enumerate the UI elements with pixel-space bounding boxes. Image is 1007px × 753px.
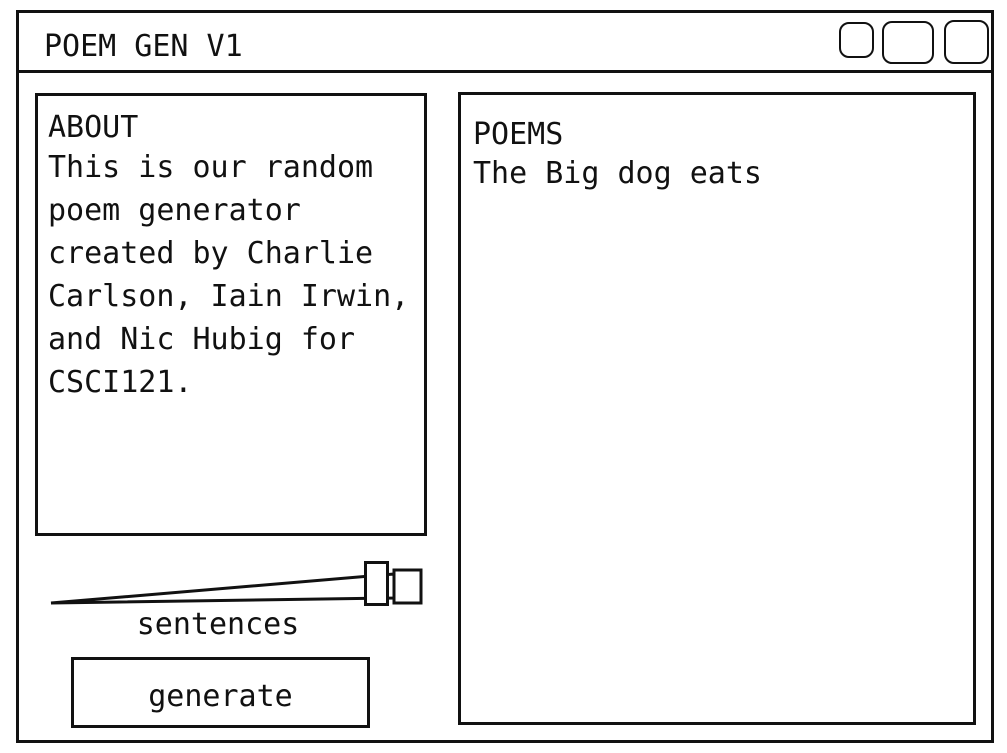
slider-thumb[interactable] xyxy=(364,561,389,606)
about-panel: ABOUT This is our random poem generator … xyxy=(35,93,427,536)
close-button[interactable] xyxy=(944,20,989,64)
poems-heading: POEMS xyxy=(473,117,564,152)
title-bar: POEM GEN V1 xyxy=(19,13,991,73)
generate-button[interactable]: generate xyxy=(71,657,370,728)
about-text: This is our random poem generator create… xyxy=(48,150,410,400)
app-window: POEM GEN V1 ABOUT This is our random poe… xyxy=(16,10,994,743)
poems-panel: POEMS The Big dog eats xyxy=(458,92,976,725)
maximize-button[interactable] xyxy=(882,21,934,64)
minimize-button[interactable] xyxy=(839,22,874,58)
sentences-slider[interactable] xyxy=(49,561,425,611)
about-heading: ABOUT xyxy=(48,110,139,145)
slider-label: sentences xyxy=(136,607,300,642)
window-title: POEM GEN V1 xyxy=(44,29,243,64)
poem-line: The Big dog eats xyxy=(473,156,762,191)
